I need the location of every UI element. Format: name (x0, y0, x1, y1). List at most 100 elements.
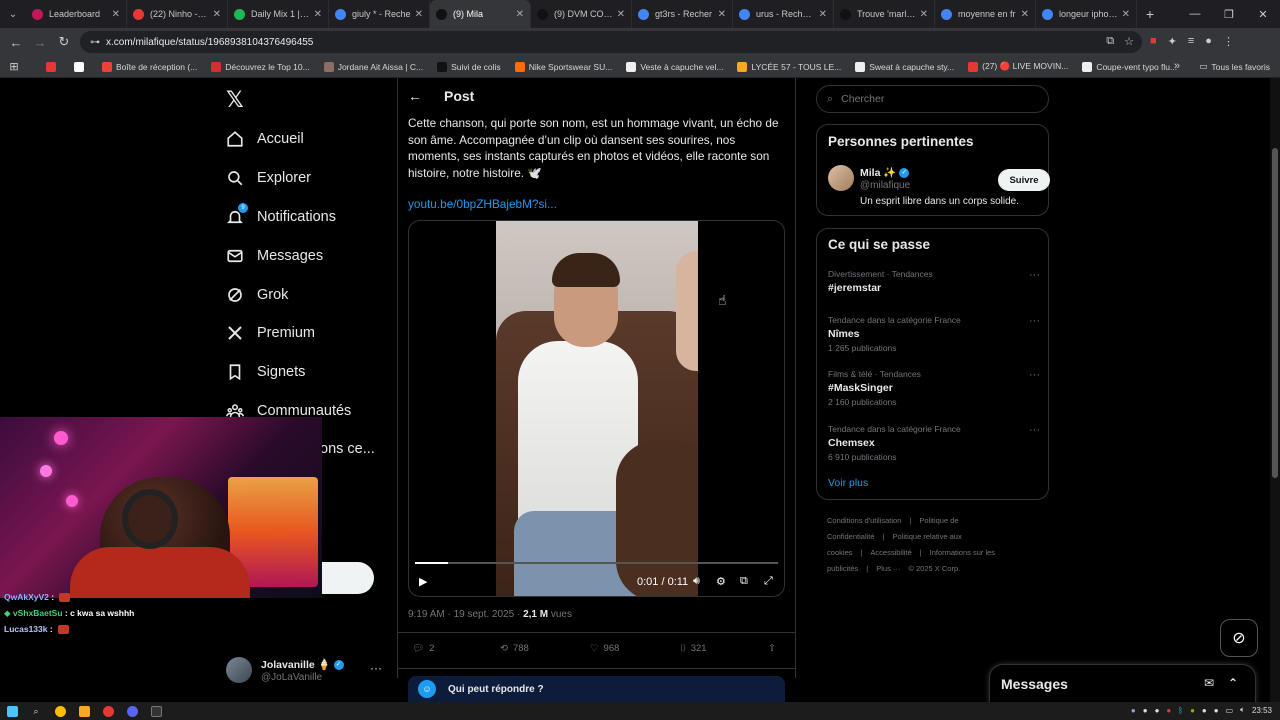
messages-drawer[interactable]: Messages ✉ ⌃ (989, 664, 1256, 704)
site-info-icon[interactable]: ⊶ (90, 37, 100, 48)
bookmarks-overflow-icon[interactable]: » (1174, 60, 1180, 72)
tab-close-icon[interactable]: ✕ (819, 9, 827, 20)
nav-item-explorer[interactable]: Explorer (226, 166, 311, 190)
volume-icon[interactable]: 🔊︎ (693, 575, 700, 588)
windows-start-icon[interactable] (0, 702, 24, 720)
bookmark-item[interactable]: Découvrez le Top 10... (211, 61, 310, 72)
tab-search-icon[interactable]: ⌄ (0, 0, 26, 28)
bookmark-item[interactable]: Boîte de réception (... (102, 61, 197, 72)
tab-close-icon[interactable]: ✕ (718, 9, 726, 20)
extensions-puzzle-icon[interactable]: ✦ (1168, 35, 1177, 48)
tab-close-icon[interactable]: ✕ (112, 9, 120, 20)
video-progress-bar[interactable] (415, 562, 778, 564)
relevant-person[interactable]: Mila ✨ ✓ @milafique Un esprit libre dans … (828, 165, 1050, 207)
play-icon[interactable]: ▶ (419, 575, 427, 588)
x-logo-icon[interactable]: 𝕏 (226, 87, 244, 113)
install-app-icon[interactable]: ⧉ (1106, 35, 1114, 48)
tray-app-icon[interactable]: ● (1202, 706, 1207, 715)
extension-red-icon[interactable]: ■ (1150, 35, 1157, 48)
back-icon[interactable]: ← (4, 35, 28, 50)
discord-taskbar-icon[interactable] (120, 702, 144, 720)
account-switcher[interactable]: Jolavanille 🍦 ✓ @JoLaVanille ··· (226, 657, 386, 687)
tab-close-icon[interactable]: ✕ (617, 9, 625, 20)
reply-button[interactable]: 💬︎ 2 (412, 643, 434, 654)
more-icon[interactable]: ··· (1029, 369, 1040, 381)
back-arrow-icon[interactable]: ← (408, 88, 422, 104)
tray-steam-icon[interactable]: ● (1143, 706, 1148, 715)
close-window-icon[interactable]: ✕ (1246, 0, 1280, 28)
browser-tab[interactable]: Leaderboard ✕ (26, 0, 127, 28)
browser-tab[interactable]: longeur iphone ✕ (1036, 0, 1137, 28)
footer-link[interactable]: Conditions d'utilisation (827, 516, 901, 525)
tray-network-icon[interactable]: ▭ (1226, 706, 1234, 715)
person-name[interactable]: Mila ✨ ✓ (860, 166, 910, 179)
browser-tab[interactable]: (22) Ninho - Ye ✕ (127, 0, 228, 28)
profile-avatar-icon[interactable]: ● (1205, 35, 1212, 48)
trend-item[interactable]: Films & télé · Tendances #MaskSinger 2 160… (828, 369, 1040, 407)
tray-volume-icon[interactable]: 🔈︎ (1240, 705, 1245, 715)
more-icon[interactable]: ··· (1029, 315, 1040, 327)
bookmark-button[interactable]: ⌷ 321 (680, 643, 707, 654)
restore-icon[interactable]: ❐ (1212, 0, 1246, 28)
tab-close-icon[interactable]: ✕ (1021, 9, 1029, 20)
opera-taskbar-icon[interactable] (96, 702, 120, 720)
see-more-link[interactable]: Voir plus (828, 477, 868, 489)
tray-nvidia-icon[interactable]: ● (1190, 706, 1195, 715)
like-button[interactable]: ♡ 968 (590, 643, 619, 654)
bookmark-item[interactable]: LYCÉE 57 - TOUS LE... (737, 61, 841, 72)
footer-link[interactable]: Accessibilité (870, 548, 911, 557)
taskbar-search-icon[interactable]: ⌕ (24, 702, 48, 720)
page-scrollbar[interactable] (1270, 78, 1280, 704)
footer-link[interactable]: © 2025 X Corp. (908, 564, 960, 573)
browser-tab[interactable]: gt3rs - Recher ✕ (632, 0, 733, 28)
tab-close-icon[interactable]: ✕ (1122, 9, 1130, 20)
avatar[interactable] (828, 165, 854, 191)
tab-close-icon[interactable]: ✕ (415, 9, 423, 20)
tray-app-icon[interactable]: ● (1155, 706, 1160, 715)
tab-close-icon[interactable]: ✕ (920, 9, 928, 20)
post-link[interactable]: youtu.be/0bpZHBajebM?si... (408, 197, 557, 211)
media-icon[interactable]: ≡ (1188, 35, 1194, 48)
bookmark-item[interactable]: Nike Sportswear SU... (514, 61, 612, 72)
browser-menu-icon[interactable]: ⋮ (1223, 35, 1234, 48)
browser-tab[interactable]: Daily Mix 1 | Sp ✕ (228, 0, 329, 28)
forward-icon[interactable]: → (28, 35, 52, 50)
trend-item[interactable]: Tendance dans la catégorie France Chemsex… (828, 424, 1040, 462)
browser-tab[interactable]: Trouve 'marlon ✕ (834, 0, 935, 28)
nav-item-grok[interactable]: Grok (226, 283, 288, 307)
new-tab-button[interactable]: + (1137, 6, 1163, 22)
bookmark-item[interactable]: Suivi de colis (437, 61, 501, 72)
tray-bluetooth-icon[interactable]: ᛒ (1178, 706, 1183, 715)
apps-grid-icon[interactable]: ⊞ (0, 60, 28, 73)
star-icon[interactable]: ☆ (1124, 35, 1134, 48)
more-icon[interactable]: ··· (1029, 269, 1040, 281)
bookmark-item[interactable]: Sweat à capuche sty... (855, 61, 954, 72)
tab-close-icon[interactable]: ✕ (516, 9, 524, 20)
reload-icon[interactable]: ↻ (52, 34, 76, 50)
pip-icon[interactable]: ⧉ (740, 575, 748, 588)
bookmark-item[interactable]: (27) 🔴 LIVE MOVIN... (968, 61, 1068, 72)
url-field[interactable]: ⊶ x.com/milafique/status/196893810437649… (80, 31, 1142, 53)
trend-item[interactable]: Tendance dans la catégorie France Nîmes 1 … (828, 315, 1040, 353)
new-message-icon[interactable]: ✉ (1204, 676, 1214, 690)
share-button[interactable]: ⇪ (768, 643, 776, 654)
tray-app-icon[interactable]: ● (1214, 706, 1219, 715)
nav-item-premium[interactable]: Premium (226, 321, 315, 345)
nav-item-signets[interactable]: Signets (226, 360, 305, 384)
tab-close-icon[interactable]: ✕ (213, 9, 221, 20)
clock[interactable]: 23:53 (1252, 706, 1272, 715)
tab-close-icon[interactable]: ✕ (314, 9, 322, 20)
minimize-icon[interactable]: — (1178, 0, 1212, 28)
bookmark-item[interactable]: Veste à capuche vel... (626, 61, 723, 72)
app-taskbar-icon[interactable] (144, 702, 168, 720)
tray-app-icon[interactable]: ● (1166, 706, 1171, 715)
scrollbar-thumb[interactable] (1272, 148, 1278, 478)
video-player[interactable]: ▶ 0:01 / 0:11 🔊︎ ⚙ ⧉ ⤢ (408, 220, 785, 597)
nav-item-notifications[interactable]: 9 Notifications (226, 203, 336, 229)
footer-link[interactable]: Plus ··· (876, 564, 900, 573)
explorer-taskbar-icon[interactable] (72, 702, 96, 720)
trend-item[interactable]: Divertissement · Tendances #jeremstar ··· (828, 269, 1040, 294)
browser-tab[interactable]: moyenne en fr ✕ (935, 0, 1036, 28)
tray-discord-icon[interactable]: ● (1131, 706, 1136, 715)
browser-tab[interactable]: (9) Mila ✕ (430, 0, 531, 28)
